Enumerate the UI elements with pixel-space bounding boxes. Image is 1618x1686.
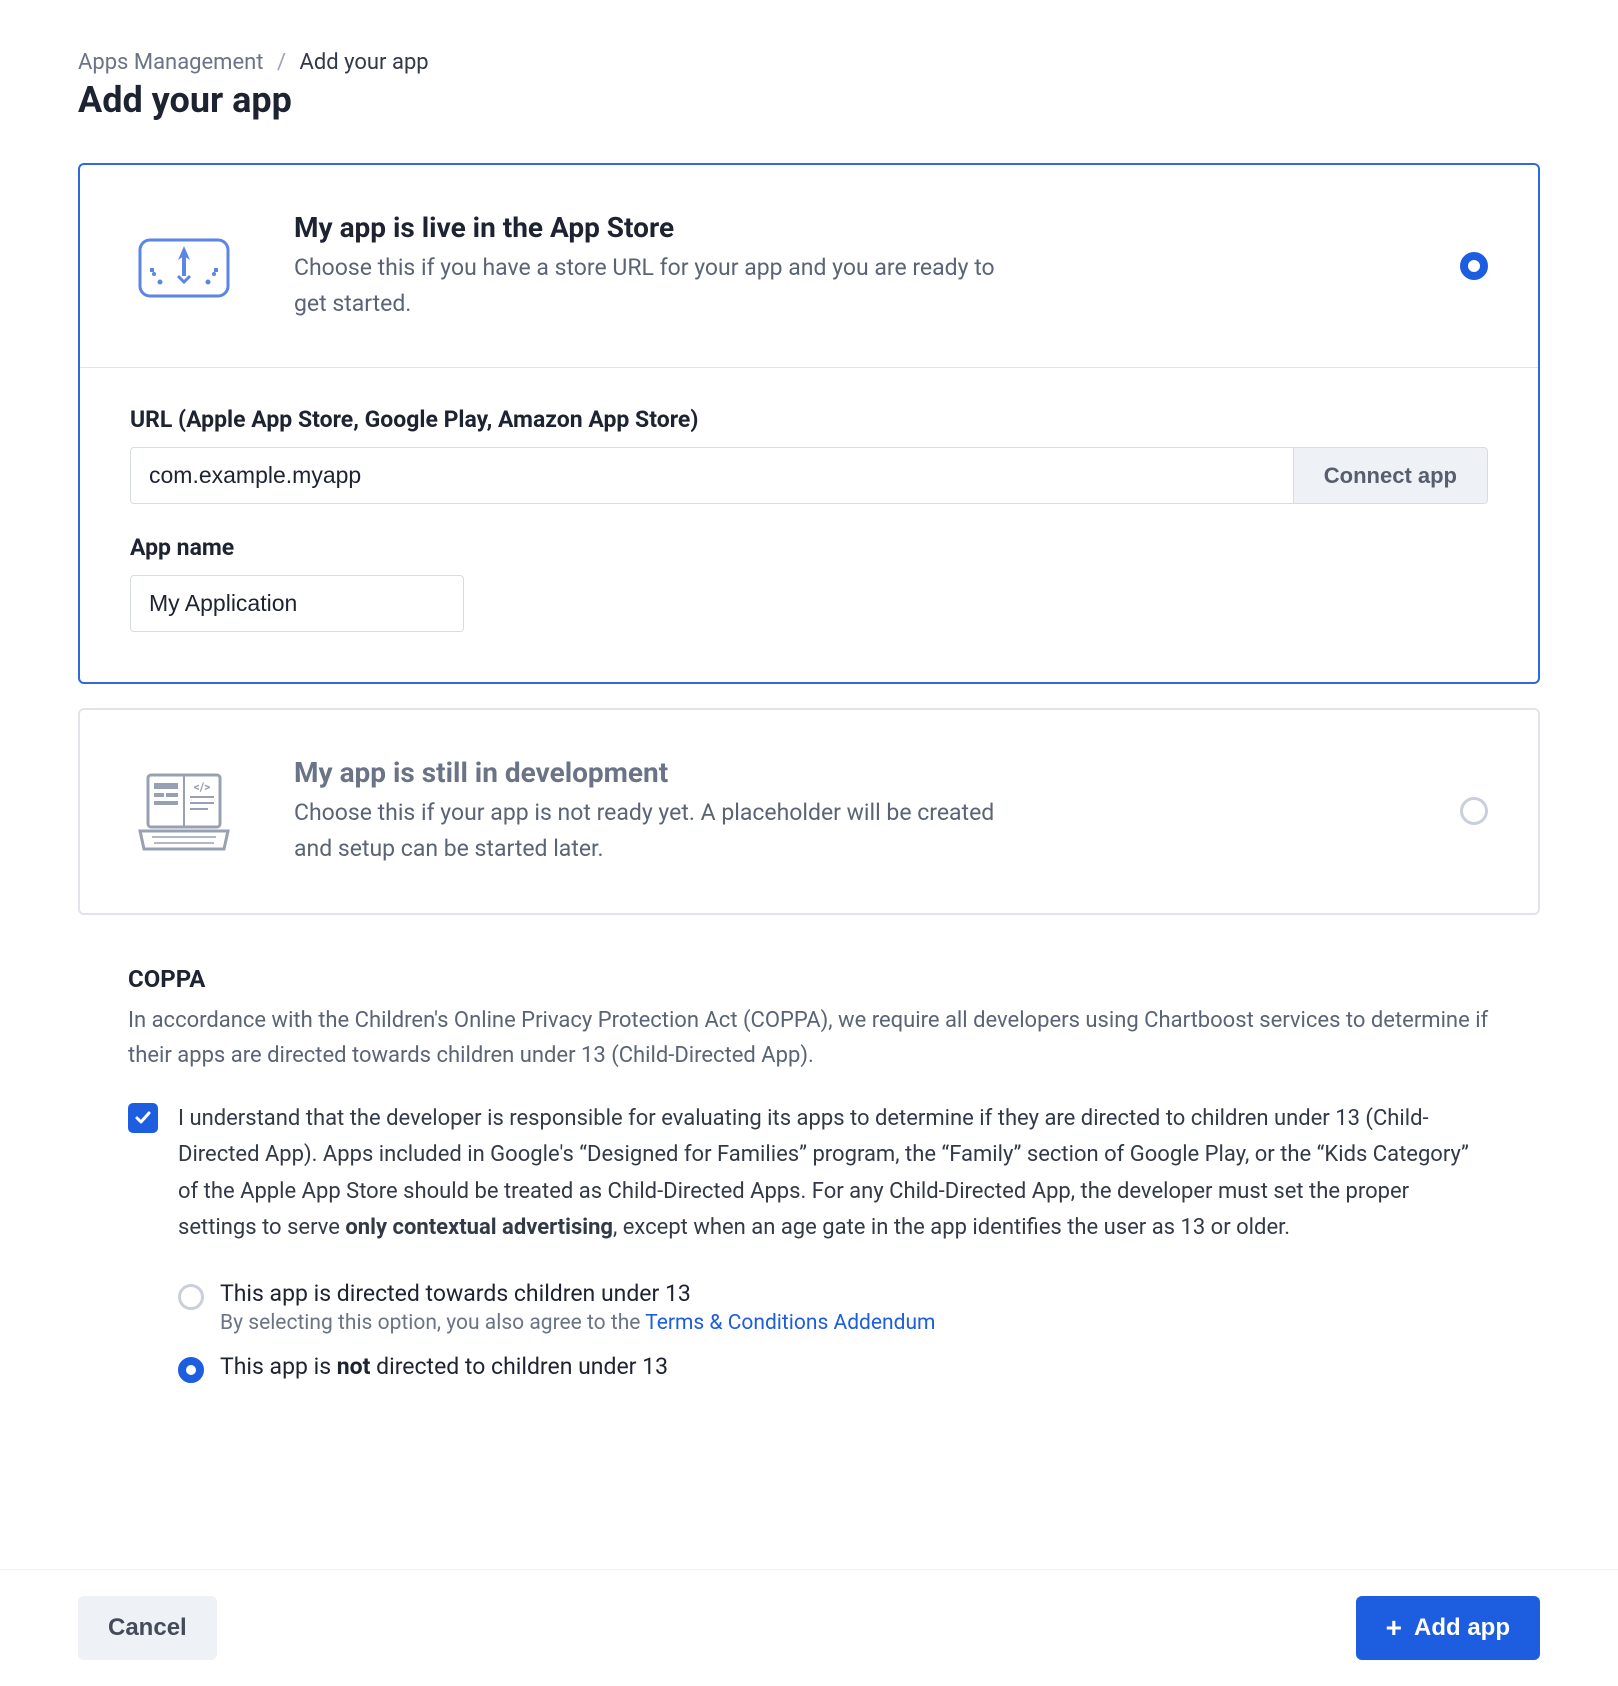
- option-text-live: My app is live in the App Store Choose t…: [294, 211, 1420, 321]
- connect-app-button[interactable]: Connect app: [1293, 447, 1488, 504]
- page-title: Add your app: [78, 79, 1540, 121]
- option-body-live: URL (Apple App Store, Google Play, Amazo…: [80, 367, 1538, 682]
- rocket-app-icon: [130, 226, 238, 306]
- radio-directed-label: This app is directed towards children un…: [220, 1280, 935, 1307]
- footer-bar: Cancel + Add app: [0, 1569, 1618, 1686]
- option-desc-dev: Choose this if your app is not ready yet…: [294, 795, 1014, 866]
- breadcrumb: Apps Management / Add your app: [78, 50, 1540, 75]
- breadcrumb-separator: /: [277, 50, 286, 75]
- coppa-intro: In accordance with the Children's Online…: [128, 1003, 1490, 1073]
- url-field-label: URL (Apple App Store, Google Play, Amazo…: [130, 406, 1488, 433]
- option-title-live: My app is live in the App Store: [294, 211, 1420, 244]
- radio-directed[interactable]: [178, 1284, 204, 1310]
- add-app-button[interactable]: + Add app: [1356, 1596, 1540, 1660]
- radio-live[interactable]: [1460, 252, 1488, 280]
- radio-not-directed[interactable]: [178, 1357, 204, 1383]
- coppa-radio-not-directed[interactable]: This app is not directed to children und…: [178, 1353, 1490, 1383]
- check-icon: [134, 1109, 152, 1127]
- cancel-button[interactable]: Cancel: [78, 1596, 217, 1660]
- laptop-code-icon: </>: [130, 771, 238, 851]
- option-header-live[interactable]: My app is live in the App Store Choose t…: [80, 165, 1538, 367]
- coppa-radio-directed[interactable]: This app is directed towards children un…: [178, 1280, 1490, 1335]
- coppa-heading: COPPA: [128, 965, 1490, 993]
- coppa-acknowledge-checkbox[interactable]: [128, 1103, 158, 1133]
- coppa-acknowledge-text: I understand that the developer is respo…: [178, 1101, 1490, 1246]
- coppa-section: COPPA In accordance with the Children's …: [78, 965, 1540, 1384]
- coppa-radio-group: This app is directed towards children un…: [128, 1280, 1490, 1383]
- radio-not-directed-label: This app is not directed to children und…: [220, 1353, 668, 1380]
- breadcrumb-root[interactable]: Apps Management: [78, 50, 264, 75]
- svg-text:</>: </>: [194, 780, 211, 794]
- option-text-dev: My app is still in development Choose th…: [294, 756, 1420, 866]
- add-app-label: Add app: [1414, 1614, 1510, 1642]
- option-header-dev[interactable]: </> My app is still in development Choos…: [80, 710, 1538, 912]
- appname-input[interactable]: [130, 575, 464, 632]
- radio-directed-sub: By selecting this option, you also agree…: [220, 1311, 935, 1335]
- option-card-live[interactable]: My app is live in the App Store Choose t…: [78, 163, 1540, 684]
- plus-icon: +: [1386, 1614, 1402, 1642]
- url-input[interactable]: [130, 447, 1293, 504]
- appname-field-label: App name: [130, 534, 1488, 561]
- option-title-dev: My app is still in development: [294, 756, 1420, 789]
- option-desc-live: Choose this if you have a store URL for …: [294, 250, 1014, 321]
- breadcrumb-current: Add your app: [300, 50, 429, 75]
- option-card-dev[interactable]: </> My app is still in development Choos…: [78, 708, 1540, 914]
- radio-dev[interactable]: [1460, 797, 1488, 825]
- terms-addendum-link[interactable]: Terms & Conditions Addendum: [645, 1311, 935, 1335]
